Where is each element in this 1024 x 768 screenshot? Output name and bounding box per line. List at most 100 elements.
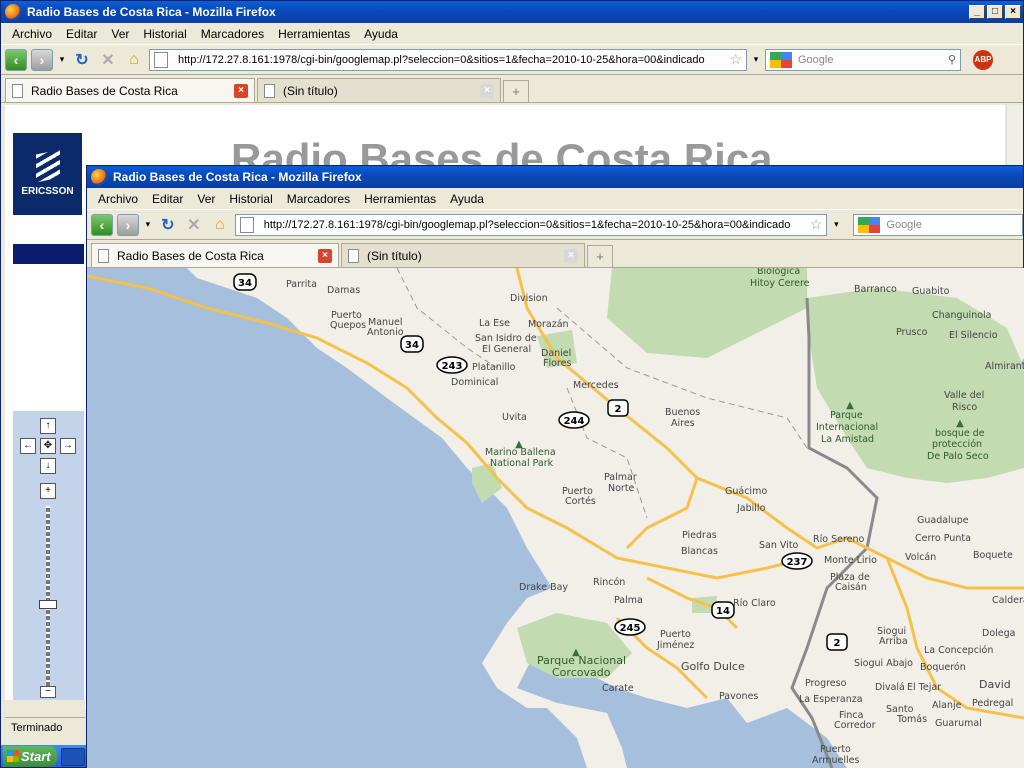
taskbar-item[interactable]	[61, 748, 85, 766]
menu-marcadores[interactable]: Marcadores	[194, 27, 271, 41]
back-window-title: Radio Bases de Costa Rica - Mozilla Fire…	[27, 5, 276, 19]
zoom-out-icon[interactable]: −	[40, 686, 56, 698]
new-tab-button[interactable]: +	[503, 80, 529, 102]
stop-icon[interactable]: ✕	[183, 214, 205, 236]
svg-text:Risco: Risco	[952, 402, 977, 413]
new-tab-button[interactable]: +	[587, 245, 613, 267]
menu-ver[interactable]: Ver	[190, 192, 222, 206]
svg-text:Golfo Dulce: Golfo Dulce	[681, 660, 745, 673]
svg-text:Corcovado: Corcovado	[552, 666, 611, 679]
svg-text:Rincón: Rincón	[593, 577, 625, 588]
front-window-titlebar[interactable]: Radio Bases de Costa Rica - Mozilla Fire…	[87, 166, 1023, 188]
svg-text:Caisán: Caisán	[835, 582, 867, 593]
history-dropdown-icon[interactable]: ▾	[57, 54, 67, 65]
svg-text:Pedregal: Pedregal	[972, 698, 1013, 709]
svg-text:Guabito: Guabito	[912, 286, 950, 297]
svg-text:Jiménez: Jiménez	[656, 640, 694, 651]
start-button[interactable]: Start	[3, 746, 57, 767]
menu-historial[interactable]: Historial	[222, 192, 279, 206]
menu-archivo[interactable]: Archivo	[91, 192, 145, 206]
back-navbar: ‹ › ▾ ↻ ✕ ⌂ http://172.27.8.161:1978/cgi…	[1, 45, 1023, 75]
svg-text:Quepos: Quepos	[330, 320, 366, 331]
menu-ayuda[interactable]: Ayuda	[357, 27, 405, 41]
back-button[interactable]: ‹	[5, 48, 27, 71]
bookmark-star-icon[interactable]: ☆	[810, 216, 823, 233]
zoom-slider[interactable]	[46, 506, 50, 686]
search-icon[interactable]: ⚲	[948, 53, 956, 66]
menu-ayuda[interactable]: Ayuda	[443, 192, 491, 206]
svg-text:Uvita: Uvita	[502, 412, 527, 423]
google-map[interactable]: 34 34 243 2 244 237 14 245 2 ▲ ▲ ▲ ▲ Par…	[87, 268, 1024, 768]
menu-marcadores[interactable]: Marcadores	[280, 192, 357, 206]
bookmark-star-icon[interactable]: ☆	[729, 51, 742, 68]
menu-herramientas[interactable]: Herramientas	[271, 27, 357, 41]
adblock-icon[interactable]: ABP	[973, 49, 993, 70]
stop-icon[interactable]: ✕	[97, 49, 119, 71]
svg-text:La Amistad: La Amistad	[821, 434, 874, 445]
tab-close-icon[interactable]: ×	[480, 83, 494, 98]
maximize-button[interactable]: □	[987, 5, 1003, 19]
back-window-titlebar[interactable]: Radio Bases de Costa Rica - Mozilla Fire…	[1, 1, 1023, 23]
close-button[interactable]: ×	[1005, 5, 1021, 19]
back-button[interactable]: ‹	[91, 213, 113, 236]
forward-button[interactable]: ›	[31, 48, 53, 71]
back-search-field[interactable]: Google ⚲	[765, 48, 961, 71]
tab-radio-bases[interactable]: Radio Bases de Costa Rica ×	[91, 243, 339, 267]
menu-editar[interactable]: Editar	[59, 27, 104, 41]
svg-text:Blancas: Blancas	[681, 546, 718, 557]
svg-text:La Esperanza: La Esperanza	[799, 694, 863, 705]
reload-icon[interactable]: ↻	[71, 49, 93, 71]
zoom-in-icon[interactable]: +	[40, 483, 56, 499]
svg-text:244: 244	[564, 416, 585, 427]
tab-radio-bases[interactable]: Radio Bases de Costa Rica ×	[5, 78, 255, 102]
url-dropdown-icon[interactable]: ▾	[831, 219, 841, 230]
front-tabbar: Radio Bases de Costa Rica × (Sin título)…	[87, 240, 1023, 268]
history-dropdown-icon[interactable]: ▾	[143, 219, 153, 230]
svg-text:El General: El General	[482, 344, 531, 355]
menu-herramientas[interactable]: Herramientas	[357, 192, 443, 206]
tab-sin-titulo[interactable]: (Sin título) ×	[341, 243, 585, 267]
route-shield-243: 243	[436, 356, 468, 374]
svg-text:Boquete: Boquete	[973, 550, 1013, 561]
tab-close-icon[interactable]: ×	[564, 248, 578, 263]
minimize-button[interactable]: _	[969, 5, 985, 19]
map-canvas[interactable]: 34 34 243 2 244 237 14 245 2 ▲ ▲ ▲ ▲ Par…	[87, 268, 1024, 768]
pan-left-icon[interactable]: ←	[20, 438, 36, 454]
page-icon	[348, 248, 359, 263]
pan-down-icon[interactable]: ↓	[40, 458, 56, 474]
home-icon[interactable]: ⌂	[209, 214, 231, 236]
menu-editar[interactable]: Editar	[145, 192, 190, 206]
svg-text:Palmar: Palmar	[604, 472, 637, 483]
forward-button[interactable]: ›	[116, 213, 139, 236]
menu-archivo[interactable]: Archivo	[5, 27, 59, 41]
route-shield-245: 245	[614, 618, 646, 636]
tab-sin-titulo[interactable]: (Sin título) ×	[257, 78, 501, 102]
menu-ver[interactable]: Ver	[104, 27, 136, 41]
tab-close-icon[interactable]: ×	[234, 83, 248, 98]
pan-center-icon[interactable]: ✥	[40, 438, 56, 454]
back-url-field[interactable]: http://172.27.8.161:1978/cgi-bin/googlem…	[149, 48, 747, 71]
svg-text:Siogui Abajo: Siogui Abajo	[854, 658, 913, 669]
home-icon[interactable]: ⌂	[123, 49, 145, 71]
front-search-field[interactable]: Google	[853, 213, 1023, 236]
svg-text:Guadalupe: Guadalupe	[917, 515, 969, 526]
pan-right-icon[interactable]: →	[60, 438, 76, 454]
front-navbar: ‹ › ▾ ↻ ✕ ⌂ http://172.27.8.161:1978/cgi…	[87, 210, 1023, 240]
svg-text:National Park: National Park	[490, 458, 554, 469]
svg-text:243: 243	[442, 361, 463, 372]
pan-up-icon[interactable]: ↑	[40, 418, 56, 434]
tab-close-icon[interactable]: ×	[318, 248, 332, 263]
back-horizontal-scrollbar[interactable]	[5, 700, 85, 714]
menu-historial[interactable]: Historial	[136, 27, 193, 41]
reload-icon[interactable]: ↻	[157, 214, 179, 236]
zoom-slider-knob[interactable]	[39, 600, 57, 609]
svg-text:Boquerón: Boquerón	[920, 662, 966, 673]
svg-text:Alanje: Alanje	[932, 700, 962, 711]
svg-text:2: 2	[834, 638, 841, 649]
svg-text:34: 34	[405, 340, 419, 351]
svg-text:34: 34	[238, 278, 252, 289]
url-dropdown-icon[interactable]: ▾	[751, 54, 761, 65]
svg-text:245: 245	[620, 623, 641, 634]
route-shield-2-b: 2	[826, 633, 848, 651]
front-url-field[interactable]: http://172.27.8.161:1978/cgi-bin/googlem…	[234, 213, 828, 236]
